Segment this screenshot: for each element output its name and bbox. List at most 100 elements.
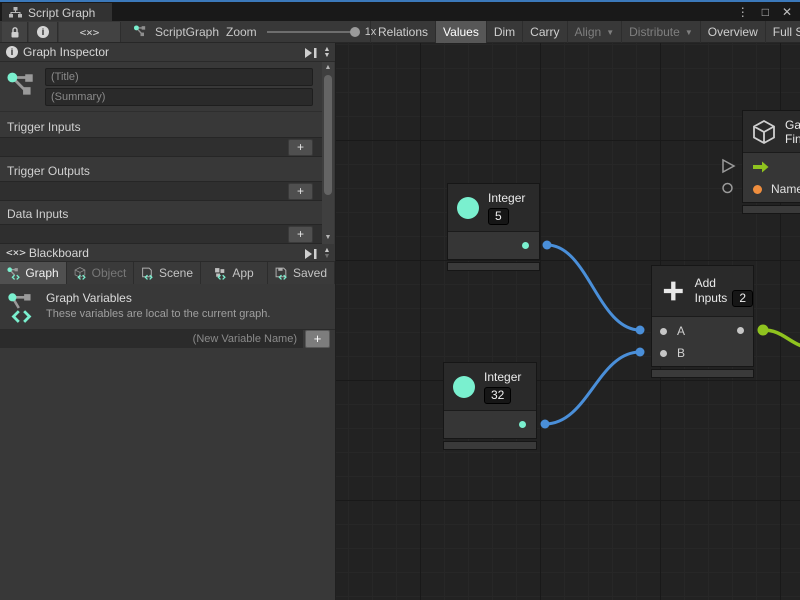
tab-scene[interactable]: Scene [134,262,200,284]
data-inputs-list: + [0,224,322,244]
scene-tab-icon [141,267,154,280]
graph-breadcrumb[interactable]: ScriptGraph [133,21,219,43]
wire-int5-to-a[interactable] [547,245,640,330]
dim-button[interactable]: Dim [486,21,522,43]
info-icon: i [6,46,18,58]
lock-button[interactable] [2,22,28,42]
output-port[interactable] [519,421,526,428]
add-trigger-input-button[interactable]: + [288,139,313,156]
trigger-inputs-list: + [0,137,322,157]
integer-node-32[interactable]: Integer 32 [443,362,537,439]
info-icon: i [37,26,49,38]
wire-endpoint[interactable] [543,241,552,250]
trigger-outputs-list: + [0,181,322,201]
graph-variables-info: Graph Variables These variables are loca… [0,284,335,330]
script-graph-icon [133,25,148,39]
green-arrow-icon[interactable] [752,161,769,173]
tab-app[interactable]: App [201,262,267,284]
graph-inspector-body: Trigger Inputs + Trigger Outputs + Data … [0,62,335,244]
close-icon[interactable]: ✕ [782,5,792,19]
panel-empty-area [0,348,335,557]
tab-label: Script Graph [28,6,95,20]
output-port[interactable] [737,327,744,334]
tab-graph[interactable]: Graph [0,262,66,284]
wire-int32-to-b[interactable] [545,352,640,424]
scroll-up-icon[interactable]: ▲ [322,64,334,71]
graph-canvas[interactable]: Integer 5 Integer 32 [336,43,800,600]
tab-object[interactable]: Object [67,262,133,284]
relations-button[interactable]: Relations [370,21,435,43]
node-footer [443,441,537,450]
scroll-down-icon[interactable]: ▼ [321,254,333,260]
name-input-port[interactable] [753,185,762,194]
inspector-toggle-button[interactable]: i [29,22,58,42]
summary-input[interactable] [45,88,313,106]
carry-button[interactable]: Carry [522,21,566,43]
title-input[interactable] [45,68,313,86]
integer-value-field[interactable]: 5 [488,208,509,225]
trigger-port-row [743,156,800,178]
window-menu-icon[interactable]: ⋮ [737,5,749,19]
scroll-down-icon[interactable]: ▼ [321,53,333,59]
blackboard-header: <×> Blackboard ▲ ▼ [0,244,335,262]
side-panel: i Graph Inspector ▲ ▼ Tr [0,43,336,600]
scroll-down-icon[interactable]: ▼ [322,234,334,241]
control-input-port[interactable] [723,160,734,172]
scrollbar-thumb[interactable] [324,75,332,195]
graph-variables-icon [7,70,37,100]
add-variable-button[interactable]: + [305,330,330,348]
wire-endpoint[interactable] [541,420,550,429]
gameobject-find-node[interactable]: Game Object Find Name [742,110,800,203]
input-port-b[interactable] [660,350,667,357]
graph-variables-icon [8,292,36,324]
new-variable-input[interactable] [0,330,303,348]
port-label: A [677,324,685,338]
integer-value-field[interactable]: 32 [484,387,511,404]
overview-button[interactable]: Overview [700,21,765,43]
port-row-a: A [652,320,753,342]
inputs-count-field[interactable]: 2 [732,290,753,307]
graph-variables-title: Graph Variables [46,291,132,305]
integer-node-5[interactable]: Integer 5 [447,183,540,260]
distribute-dropdown[interactable]: Distribute ▼ [621,21,700,43]
graph-tab-icon [7,267,20,280]
zoom-slider-handle[interactable] [350,27,360,37]
graph-variables-description: These variables are local to the current… [46,308,270,320]
plus-icon [662,279,685,303]
new-variable-row: + [0,330,335,348]
graph-toolbar: i <×> ScriptGraph Zoom 1x Relations Valu… [0,21,800,43]
tab-script-graph[interactable]: Script Graph [2,3,112,22]
fullscreen-button[interactable]: Full Screen [765,21,800,43]
wire-endpoint[interactable] [636,326,645,335]
integer-icon [453,376,475,398]
zoom-control: Zoom 1x [226,21,376,43]
section-trigger-inputs: Trigger Inputs [7,120,81,134]
wire-add-output[interactable] [763,330,800,348]
node-title: Integer [488,191,525,205]
integer-icon [457,197,479,219]
expand-panel-icon[interactable] [305,48,317,58]
section-trigger-outputs: Trigger Outputs [7,164,90,178]
add-data-input-button[interactable]: + [288,226,313,243]
maximize-icon[interactable]: □ [762,5,769,19]
add-node[interactable]: Add Inputs 2 A B [651,265,754,367]
wire-endpoint[interactable] [636,348,645,357]
add-trigger-output-button[interactable]: + [288,183,313,200]
node-footer [651,369,754,378]
blackboard-tabs: Graph Object Scene [0,262,335,284]
lock-icon [9,26,21,39]
chevron-down-icon: ▼ [685,28,693,37]
inspector-scrollbar[interactable]: ▲ ▼ [322,62,334,244]
wire-endpoint[interactable] [758,325,769,336]
zoom-slider[interactable] [267,31,357,33]
output-port[interactable] [522,242,529,249]
saved-tab-icon [275,267,288,280]
data-input-port[interactable] [723,184,732,193]
input-port-a[interactable] [660,328,667,335]
expand-panel-icon[interactable] [305,249,317,259]
align-dropdown[interactable]: Align ▼ [567,21,622,43]
tab-saved[interactable]: Saved [268,262,334,284]
code-view-button[interactable]: <×> [59,22,121,42]
zoom-label: Zoom [226,25,257,39]
values-button[interactable]: Values [435,21,486,43]
